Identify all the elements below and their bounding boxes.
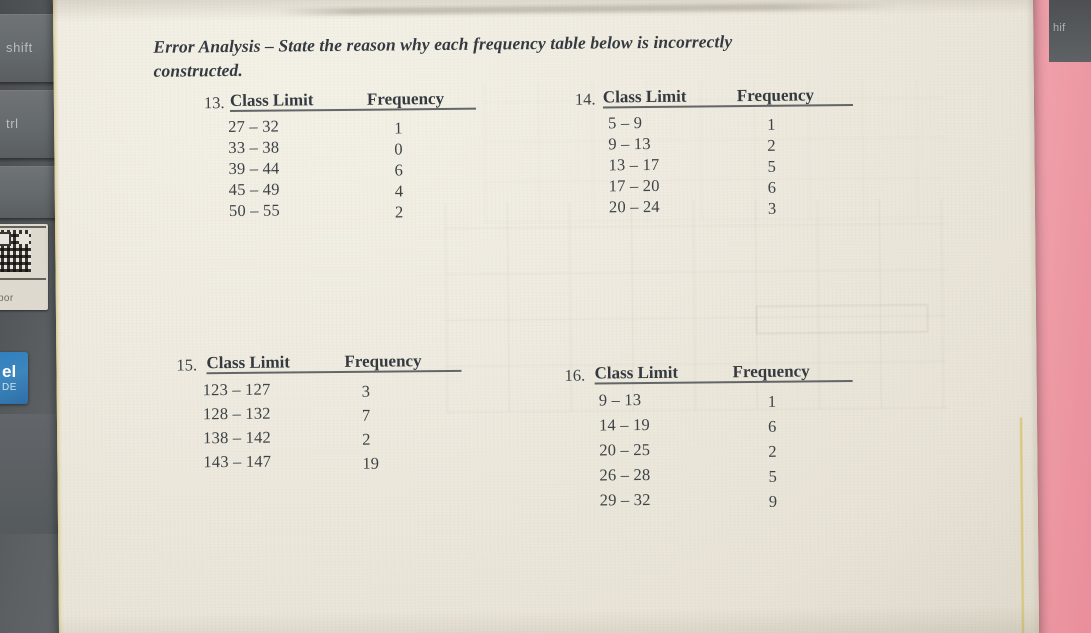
frequency-cell: 4 (394, 181, 404, 201)
table-13-rows: 27 – 32 1 33 – 38 0 39 – 44 6 45 – 49 4 (204, 117, 403, 222)
table-14-header-class-limit: Class Limit (602, 86, 687, 107)
frequency-cell: 9 (768, 491, 778, 511)
frequency-cell: 7 (361, 405, 371, 425)
keyboard-key-ctrl-left-label: trl (6, 116, 19, 131)
class-limit-cell: 27 – 32 (228, 116, 280, 137)
table-15-header-class-limit: Class Limit (206, 352, 291, 373)
frequency-table-14: 14. Class Limit Frequency 5 – 9 1 9 – 13… (575, 85, 853, 219)
blue-sticker-sub-label: DE (2, 382, 17, 393)
class-limit-cell: 128 – 132 (202, 403, 271, 424)
table-16-header-class-limit: Class Limit (594, 362, 679, 383)
keyboard-key-shift-right-label: hif (1053, 22, 1066, 34)
class-limit-cell: 5 – 9 (608, 113, 643, 133)
table-15-rows: 123 – 127 3 128 – 132 7 138 – 142 2 143 … (177, 380, 379, 477)
class-limit-cell: 29 – 32 (599, 490, 651, 510)
worksheet-content: Error Analysis – State the reason why ea… (53, 0, 1039, 633)
worksheet-paper: Error Analysis – State the reason why ea… (52, 0, 1040, 633)
frequency-table-15: 15. Class Limit Frequency 123 – 127 3 12… (176, 351, 462, 477)
class-limit-cell: 39 – 44 (228, 158, 280, 179)
photo-of-worksheet: shift trl ppor el DE hif Error Analysis … (0, 0, 1091, 633)
table-14-number: 14. (574, 89, 596, 109)
frequency-cell: 6 (767, 416, 777, 436)
keyboard-key-shift-left-label: shift (6, 40, 33, 55)
sticker-rule-bottom (0, 278, 46, 280)
frequency-cell: 6 (394, 160, 403, 180)
keyboard-key-shift-right[interactable]: hif (1049, 0, 1091, 62)
class-limit-cell: 17 – 20 (608, 175, 660, 196)
class-limit-cell: 143 – 147 (203, 451, 272, 472)
table-13-number: 13. (203, 93, 225, 113)
frequency-cell: 5 (768, 466, 777, 486)
class-limit-cell: 20 – 25 (599, 440, 651, 460)
blue-sticker-brand-label: el (2, 362, 17, 381)
frequency-cell: 3 (361, 381, 371, 401)
frequency-cell: 1 (767, 391, 777, 411)
frequency-cell: 2 (768, 441, 777, 461)
blue-brand-sticker: el DE (0, 352, 28, 404)
frequency-cell: 2 (767, 135, 776, 155)
frequency-cell: 6 (767, 177, 777, 197)
frequency-cell: 5 (767, 156, 776, 176)
table-16-number: 16. (564, 365, 586, 385)
frequency-table-13: 13. Class Limit Frequency 27 – 32 1 33 –… (204, 89, 476, 222)
frequency-cell: 3 (767, 198, 777, 218)
class-limit-cell: 13 – 17 (608, 154, 660, 175)
frequency-cell: 1 (767, 114, 776, 134)
table-13-header-frequency: Frequency (366, 88, 445, 109)
table-13-header-class-limit: Class Limit (229, 90, 314, 111)
class-limit-cell: 123 – 127 (202, 379, 271, 400)
table-16-header-frequency: Frequency (732, 361, 810, 382)
frequency-table-16: 16. Class Limit Frequency 9 – 13 1 14 – … (564, 361, 853, 516)
frequency-cell: 2 (394, 202, 404, 222)
qr-sticker-support-label: ppor (0, 293, 14, 304)
class-limit-cell: 9 – 13 (598, 390, 642, 410)
class-limit-cell: 26 – 28 (599, 465, 651, 485)
class-limit-cell: 138 – 142 (203, 427, 272, 448)
sticker-rule-top (0, 226, 46, 228)
class-limit-cell: 33 – 38 (228, 137, 280, 158)
class-limit-cell: 9 – 13 (608, 133, 651, 154)
qr-code-sticker: ppor (0, 224, 48, 310)
class-limit-cell: 14 – 19 (598, 415, 651, 435)
class-limit-cell: 45 – 49 (228, 179, 280, 200)
frequency-cell: 0 (394, 139, 403, 159)
table-15-number: 15. (176, 355, 198, 375)
table-16-rows: 9 – 13 1 14 – 19 6 20 – 25 2 26 – 28 5 2… (565, 390, 777, 516)
qr-code-icon (0, 230, 31, 272)
frequency-cell: 1 (394, 118, 403, 138)
class-limit-cell: 50 – 55 (228, 200, 280, 221)
table-15-header-frequency: Frequency (344, 351, 422, 371)
page-title: Error Analysis – State the reason why ea… (153, 31, 733, 81)
frequency-cell: 19 (362, 453, 379, 473)
frequency-cell: 2 (362, 429, 371, 449)
class-limit-cell: 20 – 24 (608, 196, 660, 217)
table-14-rows: 5 – 9 1 9 – 13 2 13 – 17 5 17 – 20 6 20 … (575, 113, 776, 219)
table-14-header-frequency: Frequency (736, 85, 815, 106)
